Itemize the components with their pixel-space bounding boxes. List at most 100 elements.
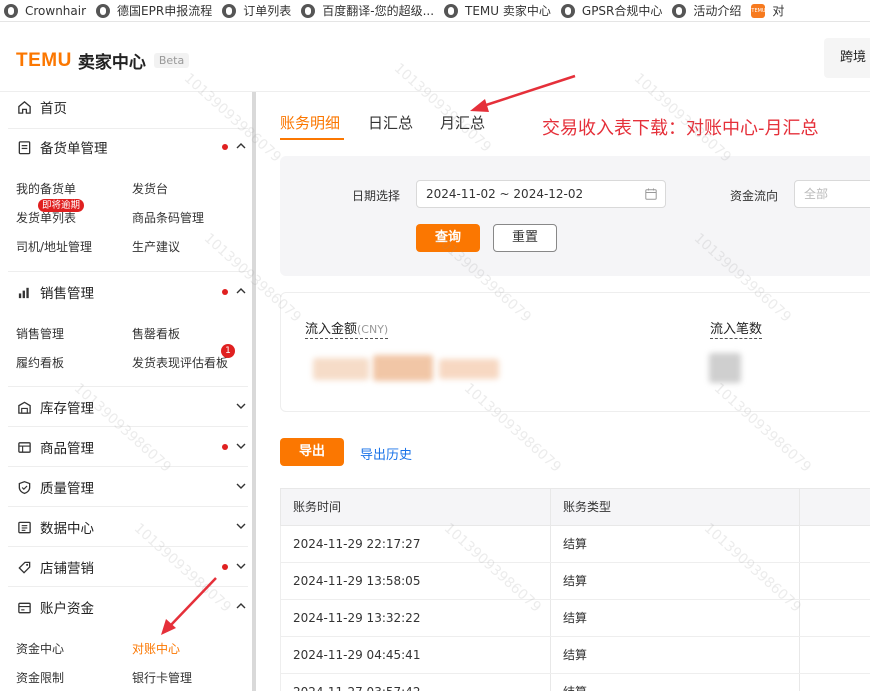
bookmark-temu[interactable]: TEMU 卖家中心 [440, 0, 557, 21]
notification-dot [222, 289, 228, 295]
sidebar-section-label: 数据中心 [40, 521, 94, 537]
inflow-amount-unit: (CNY) [357, 323, 389, 336]
bookmark-crownhair[interactable]: Crownhair [0, 0, 92, 21]
bookmark-label: TEMU 卖家中心 [465, 4, 551, 18]
bookmark-label: GPSR合规中心 [581, 4, 663, 18]
sidebar-item-driver-address[interactable]: 司机/地址管理 [16, 238, 92, 255]
sidebar-section-account-funds[interactable]: 账户资金 [8, 587, 248, 627]
table-row: 2024-11-27 03:57:42 结算 [280, 674, 870, 691]
clipboard-icon [16, 139, 32, 155]
chevron-down-icon[interactable] [234, 439, 248, 453]
table-row: 2024-11-29 13:32:22 结算 [280, 600, 870, 637]
sidebar-section-products[interactable]: 商品管理 [8, 427, 248, 467]
chevron-down-icon[interactable] [234, 479, 248, 493]
flow-label: 资金流向 [730, 189, 779, 203]
notification-dot [222, 444, 228, 450]
sidebar-item-soldout-board[interactable]: 售罄看板 [132, 325, 180, 342]
export-history-link[interactable]: 导出历史 [360, 444, 412, 463]
home-icon [16, 99, 32, 115]
bookmark-baidu[interactable]: 百度翻译-您的超级... [297, 0, 440, 21]
sidebar-section-stock-orders[interactable]: 备货单管理 [8, 127, 248, 167]
globe-icon [96, 3, 111, 18]
sidebar-item-home[interactable]: 首页 [8, 92, 248, 127]
sidebar-item-shipping-desk[interactable]: 发货台 [132, 180, 168, 197]
count-badge: 1 [221, 344, 235, 358]
bookmark-orders[interactable]: 订单列表 [218, 0, 297, 21]
bookmark-label: 对 [772, 4, 785, 18]
bar-chart-icon [16, 284, 32, 300]
chevron-down-icon[interactable] [234, 519, 248, 533]
stats-panel: 流入金额(CNY) 流入笔数 [280, 292, 870, 412]
wallet-icon [16, 599, 32, 615]
bookmark-temu-2[interactable]: TEMU 对 [747, 0, 790, 21]
sidebar-section-data-center[interactable]: 数据中心 [8, 507, 248, 547]
sidebar-item-production-advice[interactable]: 生产建议 [132, 238, 180, 255]
column-header-time: 账务时间 [293, 500, 342, 514]
chevron-up-icon[interactable] [234, 284, 248, 298]
chevron-up-icon[interactable] [234, 599, 248, 613]
flow-select[interactable]: 全部 [794, 180, 870, 208]
warehouse-icon [16, 399, 32, 415]
table-row: 2024-11-29 13:58:05 结算 [280, 563, 870, 600]
sidebar-section-label: 账户资金 [40, 601, 94, 617]
chevron-up-icon[interactable] [234, 139, 248, 153]
sidebar-item-bank-card[interactable]: 银行卡管理 [132, 669, 192, 686]
sidebar-item-funds-center[interactable]: 资金中心 [16, 640, 64, 657]
bookmark-label: 德国EPR申报流程 [117, 4, 213, 18]
globe-icon [560, 3, 575, 18]
blurred-amount [313, 358, 369, 380]
tab-daily-summary[interactable]: 日汇总 [368, 112, 413, 133]
column-header-type: 账务类型 [563, 500, 612, 514]
sidebar-section-label: 质量管理 [40, 481, 94, 497]
export-button[interactable]: 导出 [280, 438, 344, 466]
blurred-amount [373, 355, 433, 381]
sidebar-item-sales-management[interactable]: 销售管理 [16, 325, 64, 342]
temu-logo[interactable]: TEMU 卖家中心 Beta [16, 48, 190, 73]
chevron-down-icon[interactable] [234, 559, 248, 573]
brand-name: TEMU [16, 49, 72, 71]
globe-icon [301, 3, 316, 18]
sidebar-section-marketing[interactable]: 店铺营销 [8, 547, 248, 587]
sidebar-item-fulfillment-board[interactable]: 履约看板 [16, 354, 64, 371]
chevron-down-icon[interactable] [234, 399, 248, 413]
date-range-input[interactable]: 2024-11-02 ~ 2024-12-02 [416, 180, 666, 208]
tab-transaction-details[interactable]: 账务明细 [280, 112, 340, 133]
bookmark-activity[interactable]: 活动介绍 [668, 0, 747, 21]
bookmark-epr[interactable]: 德国EPR申报流程 [92, 0, 218, 21]
date-range-value: 2024-11-02 ~ 2024-12-02 [426, 187, 584, 201]
cell-time: 2024-11-29 13:32:22 [293, 611, 421, 625]
blurred-amount [439, 359, 499, 379]
bookmark-label: 百度翻译-您的超级... [322, 4, 435, 18]
reset-button[interactable]: 重置 [493, 224, 557, 252]
globe-icon [672, 3, 687, 18]
annotation-text: 交易收入表下载：对账中心-月汇总 [542, 118, 819, 139]
notification-dot [222, 564, 228, 570]
tab-monthly-summary[interactable]: 月汇总 [440, 112, 485, 133]
bookmark-gpsr[interactable]: GPSR合规中心 [557, 0, 669, 21]
app-header: TEMU 卖家中心 Beta 跨境 [0, 22, 870, 92]
inflow-amount-text: 流入金额 [305, 322, 358, 337]
cross-border-button[interactable]: 跨境 [824, 38, 870, 78]
cell-time: 2024-11-29 22:17:27 [293, 537, 421, 551]
globe-icon [4, 3, 18, 18]
cell-type: 结算 [551, 674, 587, 691]
sidebar-item-reconciliation[interactable]: 对账中心 [132, 640, 180, 657]
beta-badge: Beta [153, 53, 190, 68]
sidebar-section-label: 销售管理 [40, 286, 94, 302]
globe-icon [222, 3, 237, 18]
cell-type: 结算 [563, 648, 588, 662]
bookmark-label: Crownhair [25, 3, 87, 18]
filter-panel: 日期选择 2024-11-02 ~ 2024-12-02 资金流向 全部 查询 … [280, 156, 870, 276]
sidebar-section-sales[interactable]: 销售管理 [8, 272, 248, 312]
sidebar-item-funds-limit[interactable]: 资金限制 [16, 669, 64, 686]
sidebar-section-label: 商品管理 [40, 441, 94, 457]
sidebar-section-inventory[interactable]: 库存管理 [8, 387, 248, 427]
sidebar-section-quality[interactable]: 质量管理 [8, 467, 248, 507]
sidebar-section-label: 库存管理 [40, 401, 94, 417]
sidebar-item-shipping-performance[interactable]: 发货表现评估看板 [132, 354, 228, 371]
sidebar-item-my-stock-orders[interactable]: 我的备货单 [16, 180, 76, 197]
sidebar-section-label: 备货单管理 [40, 141, 108, 157]
query-button[interactable]: 查询 [416, 224, 480, 252]
inflow-amount-label: 流入金额(CNY) [305, 318, 389, 339]
sidebar-item-barcode[interactable]: 商品条码管理 [132, 209, 204, 226]
